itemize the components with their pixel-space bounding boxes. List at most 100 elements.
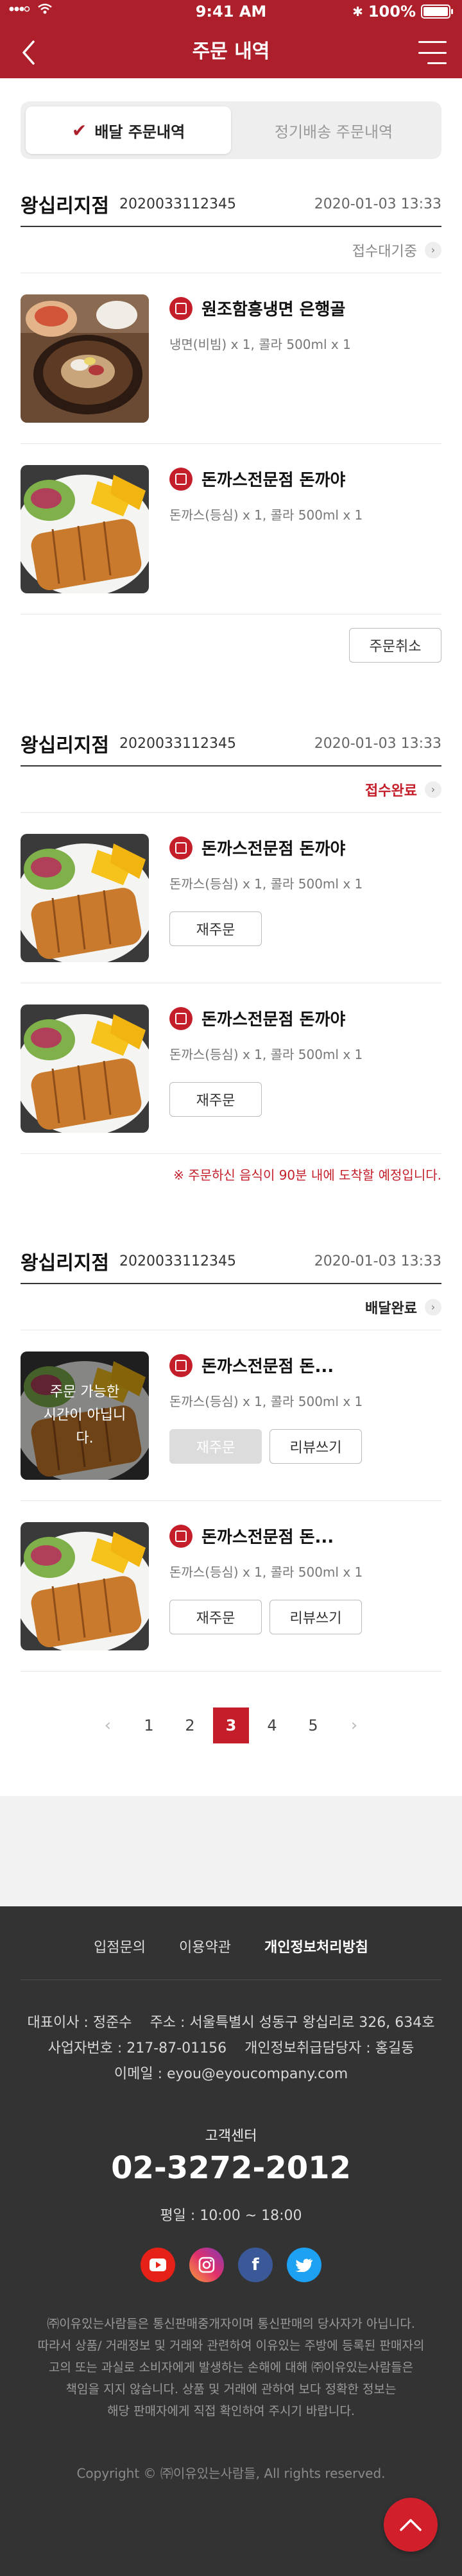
twitter-icon[interactable]	[287, 2248, 321, 2282]
customer-center-label: 고객센터	[205, 2128, 257, 2144]
order-item[interactable]: 돈까스전문점 돈까야 돈까스(등심) x 1, 콜라 500ml x 1 재주문	[21, 983, 441, 1154]
item-title: 돈까스전문점 돈...	[201, 1357, 334, 1377]
footer-link-privacy[interactable]: 개인정보처리방침	[264, 1936, 368, 1956]
item-title: 돈까스전문점 돈까야	[201, 1010, 346, 1030]
email: 이메일 : eyou@eyoucompany.com	[114, 2066, 348, 2082]
item-info: 돈까스전문점 돈... 돈까스(등심) x 1, 콜라 500ml x 1 재주…	[169, 1353, 441, 1500]
item-desc: 돈까스(등심) x 1, 콜라 500ml x 1	[169, 1394, 363, 1409]
facebook-icon[interactable]: f	[238, 2248, 273, 2282]
food-image-pork-cutlet	[21, 465, 149, 593]
tab-label: 정기배송 주문내역	[274, 123, 393, 141]
order-item[interactable]: 돈까스전문점 돈... 돈까스(등심) x 1, 콜라 500ml x 1 재주…	[21, 1501, 441, 1672]
item-title-row: 돈까스전문점 돈...	[169, 1524, 441, 1548]
order-status-link[interactable]: 배달완료 ›	[21, 1284, 441, 1330]
store-logo-icon	[169, 296, 193, 320]
item-title: 원조함흥냉면 은행골	[201, 300, 346, 319]
chevron-right-icon: ›	[425, 1298, 441, 1316]
store-logo-icon	[169, 1353, 193, 1377]
item-actions: 재주문 리뷰쓰기	[169, 1600, 441, 1634]
item-title-row: 원조함흥냉면 은행골	[169, 296, 441, 320]
item-actions: 재주문	[169, 911, 441, 946]
item-desc: 돈까스(등심) x 1, 콜라 500ml x 1	[169, 507, 363, 523]
footer-links: 입점문의 이용약관 개인정보처리방침	[0, 1936, 462, 1956]
item-desc: 냉면(비빔) x 1, 콜라 500ml x 1	[169, 337, 351, 352]
page-number-current[interactable]: 3	[213, 1707, 249, 1743]
item-title: 돈까스전문점 돈까야	[201, 471, 346, 490]
order-status-link[interactable]: 접수대기중 ›	[21, 227, 441, 273]
cancel-row: 주문취소	[21, 614, 441, 676]
order-item[interactable]: 주문 가능한 시간이 아닙니다. 돈까스전문점 돈... 돈까스(등심) x 1…	[21, 1330, 441, 1501]
unavailable-overlay: 주문 가능한 시간이 아닙니다.	[21, 1352, 149, 1480]
hamburger-menu-icon[interactable]	[418, 41, 447, 64]
order-type-tabs: ✔ 배달 주문내역 정기배송 주문내역	[21, 101, 441, 159]
chevron-right-icon: ›	[425, 241, 441, 258]
prev-page-button[interactable]: ‹	[90, 1707, 126, 1743]
food-image-pork-cutlet	[21, 834, 149, 962]
disclaimer-line: 책임을 지지 않습니다. 상품 및 거래에 관하여 보다 정확한 정보는	[65, 2382, 397, 2396]
item-info: 돈까스전문점 돈까야 돈까스(등심) x 1, 콜라 500ml x 1 재주문	[169, 1006, 441, 1153]
page-number[interactable]: 5	[295, 1707, 331, 1743]
reorder-button[interactable]: 재주문	[169, 1600, 262, 1634]
customer-center-phone[interactable]: 02-3272-2012	[0, 2150, 462, 2186]
store-logo-icon	[169, 1524, 193, 1548]
footer-divider	[21, 1979, 441, 1980]
footer-link-partnership[interactable]: 입점문의	[94, 1936, 146, 1956]
footer-spacer	[0, 1796, 462, 1906]
order-number: 2020033112345	[119, 735, 236, 752]
write-review-button[interactable]: 리뷰쓰기	[270, 1600, 362, 1634]
item-title: 돈까스전문점 돈...	[201, 1528, 334, 1547]
order-item[interactable]: 돈까스전문점 돈까야 돈까스(등심) x 1, 콜라 500ml x 1 재주문	[21, 813, 441, 983]
store-logo-icon	[169, 467, 193, 491]
write-review-button[interactable]: 리뷰쓰기	[270, 1429, 362, 1464]
item-desc: 돈까스(등심) x 1, 콜라 500ml x 1	[169, 1047, 363, 1062]
order-item[interactable]: 돈까스전문점 돈까야 돈까스(등심) x 1, 콜라 500ml x 1	[21, 444, 441, 614]
order-status: 접수완료	[365, 783, 417, 799]
customer-center-hours: 평일 : 10:00 ~ 18:00	[160, 2208, 302, 2224]
scroll-to-top-button[interactable]	[384, 2498, 438, 2552]
page-number[interactable]: 1	[131, 1707, 167, 1743]
order-date: 2020-01-03 13:33	[314, 196, 441, 212]
tab-subscription-orders[interactable]: 정기배송 주문내역	[231, 106, 436, 154]
order-number: 2020033112345	[119, 1253, 236, 1269]
disclaimer-line: 따라서 상품/ 거래정보 및 거래와 관련하여 이유있는 주방에 등록된 판매자…	[37, 2339, 425, 2353]
copyright: Copyright © ㈜이유있는사람들, All rights reserve…	[76, 2466, 386, 2481]
address: 주소 : 서울특별시 성동구 왕십리로 326, 634호	[150, 2015, 435, 2031]
page-number[interactable]: 4	[254, 1707, 290, 1743]
food-image-cold-noodle	[21, 294, 149, 423]
youtube-icon[interactable]	[141, 2248, 175, 2282]
next-page-button[interactable]: ›	[336, 1707, 372, 1743]
order-date: 2020-01-03 13:33	[314, 735, 441, 752]
store-name: 왕십리지점	[21, 195, 109, 217]
order-status-link[interactable]: 접수완료 ›	[21, 767, 441, 813]
social-links: f	[0, 2248, 462, 2282]
item-desc: 돈까스(등심) x 1, 콜라 500ml x 1	[169, 1564, 363, 1580]
order-header: 왕십리지점 2020033112345 2020-01-03 13:33	[21, 182, 441, 227]
page-number[interactable]: 2	[172, 1707, 208, 1743]
footer-link-terms[interactable]: 이용약관	[179, 1936, 231, 1956]
privacy-officer: 개인정보취급담당자 : 홍길동	[244, 2040, 415, 2056]
page-title: 주문 내역	[192, 40, 270, 63]
item-info: 돈까스전문점 돈... 돈까스(등심) x 1, 콜라 500ml x 1 재주…	[169, 1524, 441, 1671]
order-number: 2020033112345	[119, 196, 236, 212]
order-date: 2020-01-03 13:33	[314, 1253, 441, 1269]
order-header: 왕십리지점 2020033112345 2020-01-03 13:33	[21, 722, 441, 767]
tab-delivery-orders[interactable]: ✔ 배달 주문내역	[26, 106, 231, 154]
status-battery-group: ✱ 100%	[352, 3, 453, 21]
reorder-button[interactable]: 재주문	[169, 911, 262, 946]
order-card: 왕십리지점 2020033112345 2020-01-03 13:33 접수완…	[21, 722, 441, 1194]
item-info: 돈까스전문점 돈까야 돈까스(등심) x 1, 콜라 500ml x 1 재주문	[169, 836, 441, 983]
store-logo-icon	[169, 1006, 193, 1030]
order-item[interactable]: 원조함흥냉면 은행골 냉면(비빔) x 1, 콜라 500ml x 1	[21, 273, 441, 444]
instagram-icon[interactable]	[189, 2248, 224, 2282]
disclaimer-line: ㈜이유있는사람들은 통신판매중개자이며 통신판매의 당사자가 아닙니다.	[47, 2317, 415, 2331]
footer: 입점문의 이용약관 개인정보처리방침 대표이사 : 정준수 주소 : 서울특별시 …	[0, 1906, 462, 2576]
reorder-button[interactable]: 재주문	[169, 1429, 262, 1464]
battery-percent: 100%	[368, 3, 416, 21]
item-desc: 돈까스(등심) x 1, 콜라 500ml x 1	[169, 876, 363, 892]
order-status: 접수대기중	[352, 243, 417, 260]
disclaimer: ㈜이유있는사람들은 통신판매중개자이며 통신판매의 당사자가 아닙니다. 따라서…	[26, 2313, 436, 2422]
cancel-order-button[interactable]: 주문취소	[349, 628, 441, 663]
reorder-button[interactable]: 재주문	[169, 1082, 262, 1117]
food-image-pork-cutlet: 주문 가능한 시간이 아닙니다.	[21, 1352, 149, 1480]
delivery-notice: ※ 주문하신 음식이 90분 내에 도착할 예정입니다.	[173, 1167, 441, 1183]
